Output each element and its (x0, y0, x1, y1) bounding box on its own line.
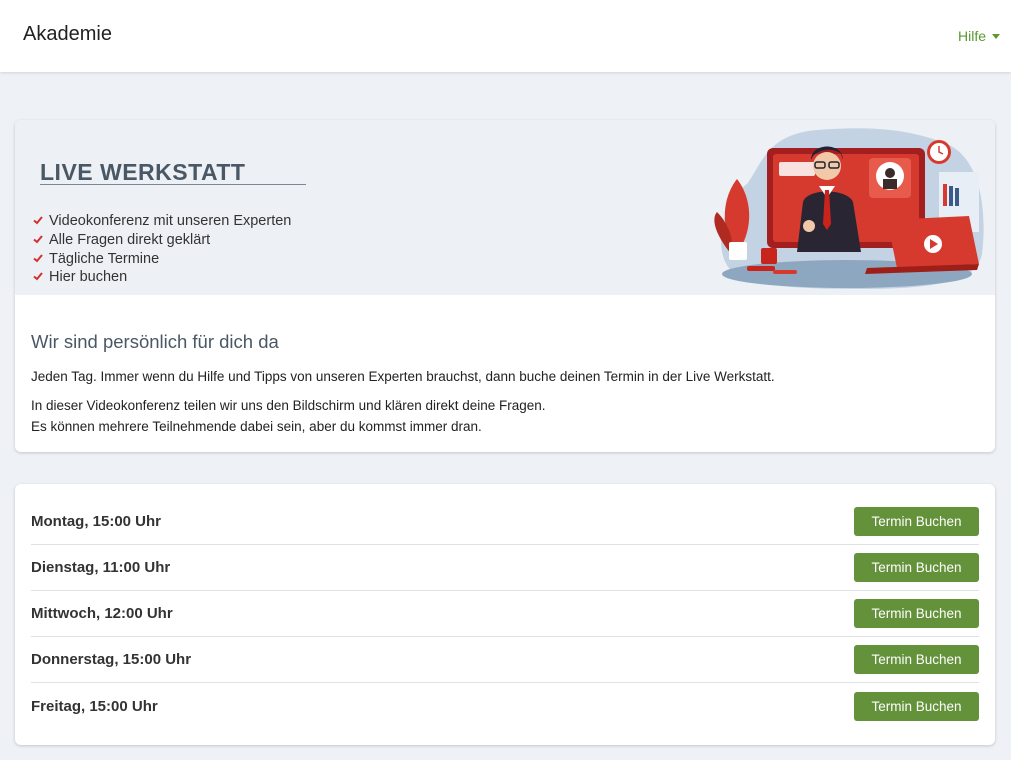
bullet-item: Hier buchen (33, 268, 291, 287)
schedule-time-label: Mittwoch, 12:00 Uhr (31, 605, 173, 622)
book-appointment-button[interactable]: Termin Buchen (854, 553, 979, 582)
intro-paragraph-2: In dieser Videokonferenz teilen wir uns … (31, 395, 979, 437)
hero-title-underline (40, 184, 306, 185)
hero-bullet-list: Videokonferenz mit unseren Experten Alle… (33, 212, 291, 287)
book-appointment-button[interactable]: Termin Buchen (854, 599, 979, 628)
schedule-card: Montag, 15:00 Uhr Termin Buchen Dienstag… (15, 484, 995, 745)
hero-banner: LIVE WERKSTATT Videokonferenz mit unsere… (15, 120, 995, 295)
check-icon (33, 232, 49, 248)
check-icon (33, 213, 49, 229)
schedule-row: Mittwoch, 12:00 Uhr Termin Buchen (31, 591, 979, 637)
brand-title[interactable]: Akademie (23, 23, 112, 46)
check-icon (33, 269, 49, 285)
schedule-time-label: Dienstag, 11:00 Uhr (31, 559, 171, 576)
bullet-text: Hier buchen (49, 269, 128, 286)
top-bar: Akademie Hilfe (0, 0, 1011, 72)
schedule-time-label: Donnerstag, 15:00 Uhr (31, 651, 192, 668)
bullet-text: Tägliche Termine (49, 250, 160, 267)
book-appointment-button[interactable]: Termin Buchen (854, 691, 979, 721)
bullet-item: Alle Fragen direkt geklärt (33, 231, 291, 250)
intro-paragraph-2-line-2: Es können mehrere Teilnehmende dabei sei… (31, 419, 482, 434)
help-menu-label: Hilfe (957, 28, 986, 44)
bullet-item: Tägliche Termine (33, 249, 291, 268)
schedule-row: Freitag, 15:00 Uhr Termin Buchen (31, 683, 979, 729)
schedule-time-label: Freitag, 15:00 Uhr (31, 697, 158, 715)
intro-paragraph-2-line-1: In dieser Videokonferenz teilen wir uns … (31, 398, 546, 413)
intro-paragraph: Jeden Tag. Immer wenn du Hilfe und Tipps… (31, 369, 775, 384)
intro-card: LIVE WERKSTATT Videokonferenz mit unsere… (15, 120, 995, 452)
caret-down-icon (992, 34, 1000, 39)
book-appointment-button[interactable]: Termin Buchen (854, 507, 979, 536)
bullet-text: Alle Fragen direkt geklärt (49, 232, 211, 249)
check-icon (33, 251, 49, 267)
schedule-row: Montag, 15:00 Uhr Termin Buchen (31, 499, 979, 545)
hero-title: LIVE WERKSTATT (40, 159, 246, 185)
book-appointment-button[interactable]: Termin Buchen (854, 645, 979, 674)
intro-heading: Wir sind persönlich für dich da (31, 331, 279, 352)
schedule-row: Donnerstag, 15:00 Uhr Termin Buchen (31, 637, 979, 683)
schedule-row: Dienstag, 11:00 Uhr Termin Buchen (31, 545, 979, 591)
intro-body: Wir sind persönlich für dich da Jeden Ta… (15, 331, 995, 437)
help-menu[interactable]: Hilfe (958, 28, 1000, 44)
video-conference-illustration (714, 128, 984, 289)
bullet-text: Videokonferenz mit unseren Experten (49, 213, 292, 230)
schedule-time-label: Montag, 15:00 Uhr (31, 513, 162, 530)
bullet-item: Videokonferenz mit unseren Experten (33, 212, 291, 231)
